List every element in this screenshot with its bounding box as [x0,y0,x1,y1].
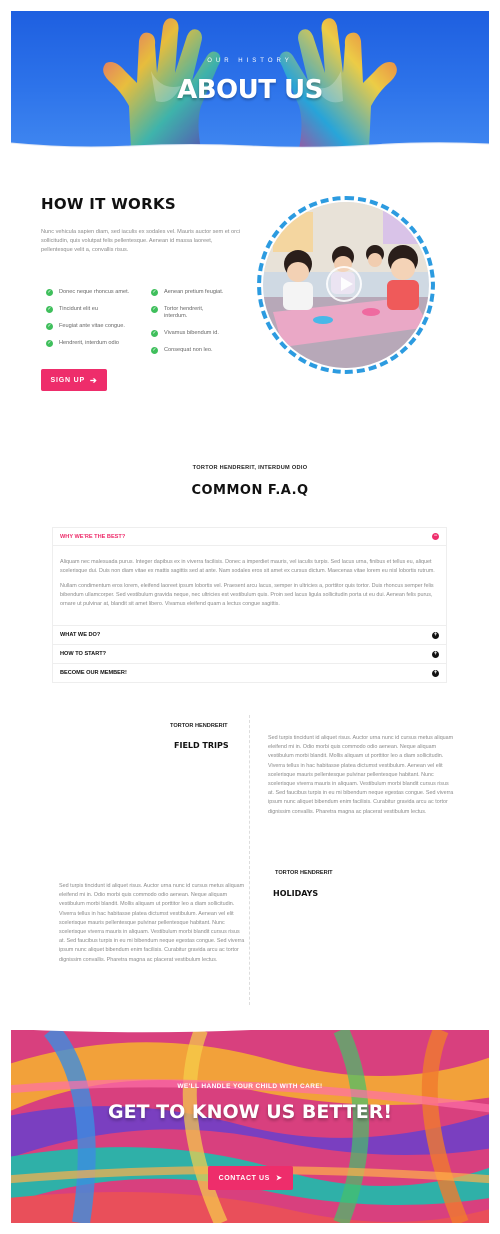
plus-icon: + [432,631,439,639]
faq-answer-paragraph: Nullam condimentum eros lorem, eleifend … [60,583,434,607]
faq-toggle-how-to-start[interactable]: HOW TO START? + [53,645,446,663]
holidays-eyebrow: TORTOR HENDRERIT [275,870,333,876]
hero-wave-divider [11,142,489,154]
minus-icon: − [432,533,439,540]
holidays-title: HOLIDAYS [273,889,319,898]
faq-answer: Aliquam nec malesuada purus. Integer dap… [53,546,446,625]
check-item: ✓ Tincidunt elit eu [46,306,146,313]
contact-us-button[interactable]: CONTACT US ➤ [208,1166,293,1190]
holidays-text: Sed turpis tincidunt id aliquet risus. A… [59,883,245,963]
field-trips-eyebrow: TORTOR HENDRERIT [170,723,228,729]
check-item: ✓ Aenean pretium feugiat. [151,289,243,296]
check-label: Tortor hendrerit, interdum. [164,306,204,319]
hero-title: ABOUT US [177,75,323,105]
sign-up-label: SIGN UP [50,376,85,384]
plus-icon: + [432,650,439,658]
check-item: ✓ Donec neque rhoncus amet. [46,289,146,296]
check-item: ✓ Tortor hendrerit, interdum. [151,306,215,320]
send-icon: ➤ [275,1175,283,1182]
check-icon: ✓ [46,306,53,313]
faq-toggle-what-we-do[interactable]: WHAT WE DO? + [53,626,446,644]
sign-up-button[interactable]: SIGN UP ➔ [41,369,107,391]
faq-item: BECOME OUR MEMBER! + [52,664,447,683]
hero-banner: OUR HISTORY ABOUT US [11,11,489,149]
how-it-works-description: Nunc vehicula sapien diam, sed iaculis e… [41,229,240,253]
check-label: Aenean pretium feugiat. [164,289,224,295]
check-item: ✓ Vivamus bibendum id. [151,330,243,337]
faq-toggle-become-member[interactable]: BECOME OUR MEMBER! + [53,664,446,682]
faq-accordion: WHY WE'RE THE BEST? − Aliquam nec malesu… [52,527,447,683]
check-label: Donec neque rhoncus amet. [59,289,130,295]
faq-question: HOW TO START? [60,651,107,657]
how-it-works-title: HOW IT WORKS [41,195,176,213]
field-trips-title: FIELD TRIPS [174,741,229,750]
faq-eyebrow: TORTOR HENDRERIT, INTERDUM ODIO [192,465,308,471]
faq-question: BECOME OUR MEMBER! [60,670,127,676]
faq-question: WHY WE'RE THE BEST? [60,533,126,540]
faq-title: COMMON F.A.Q [191,483,309,498]
hero-eyebrow: OUR HISTORY [207,58,293,64]
faq-toggle-why-best[interactable]: WHY WE'RE THE BEST? − [53,528,446,546]
faq-answer-paragraph: Aliquam nec malesuada purus. Integer dap… [60,559,435,574]
check-item: ✓ Feugiat ante vitae congue. [46,323,146,330]
arrow-right-icon: ➔ [89,375,98,385]
faq-question: WHAT WE DO? [60,632,101,638]
check-icon: ✓ [151,347,158,354]
plus-icon: + [432,669,439,677]
contact-us-label: CONTACT US [218,1174,270,1182]
cta-banner: WE'LL HANDLE YOUR CHILD WITH CARE! GET T… [11,1030,489,1223]
field-trips-text: Sed turpis tincidunt id aliquet risus. A… [268,735,454,815]
check-icon: ✓ [151,289,158,296]
check-icon: ✓ [151,330,158,337]
page: OUR HISTORY ABOUT US HOW IT WORKS Nunc v… [0,0,500,1234]
check-label: Consequat non leo. [164,347,213,353]
faq-item: WHAT WE DO? + [52,626,447,645]
faq-item: HOW TO START? + [52,645,447,664]
check-icon: ✓ [46,289,53,296]
check-label: Tincidunt elit eu [59,306,98,312]
check-label: Vivamus bibendum id. [164,330,219,336]
check-icon: ✓ [46,340,53,347]
check-item: ✓ Hendrerit, interdum odio [46,340,146,347]
check-icon: ✓ [151,306,158,313]
timeline-divider [249,715,250,1005]
check-label: Hendrerit, interdum odio [59,340,120,346]
cta-eyebrow: WE'LL HANDLE YOUR CHILD WITH CARE! [177,1083,323,1090]
play-button[interactable] [326,266,362,302]
check-label: Feugiat ante vitae congue. [59,323,125,329]
check-icon: ✓ [46,323,53,330]
check-item: ✓ Consequat non leo. [151,347,243,354]
cta-wave-divider [11,1022,489,1033]
cta-title: GET TO KNOW US BETTER! [107,1101,393,1123]
faq-item-open: WHY WE'RE THE BEST? − Aliquam nec malesu… [52,527,447,626]
paint-strokes-background [11,1030,489,1223]
